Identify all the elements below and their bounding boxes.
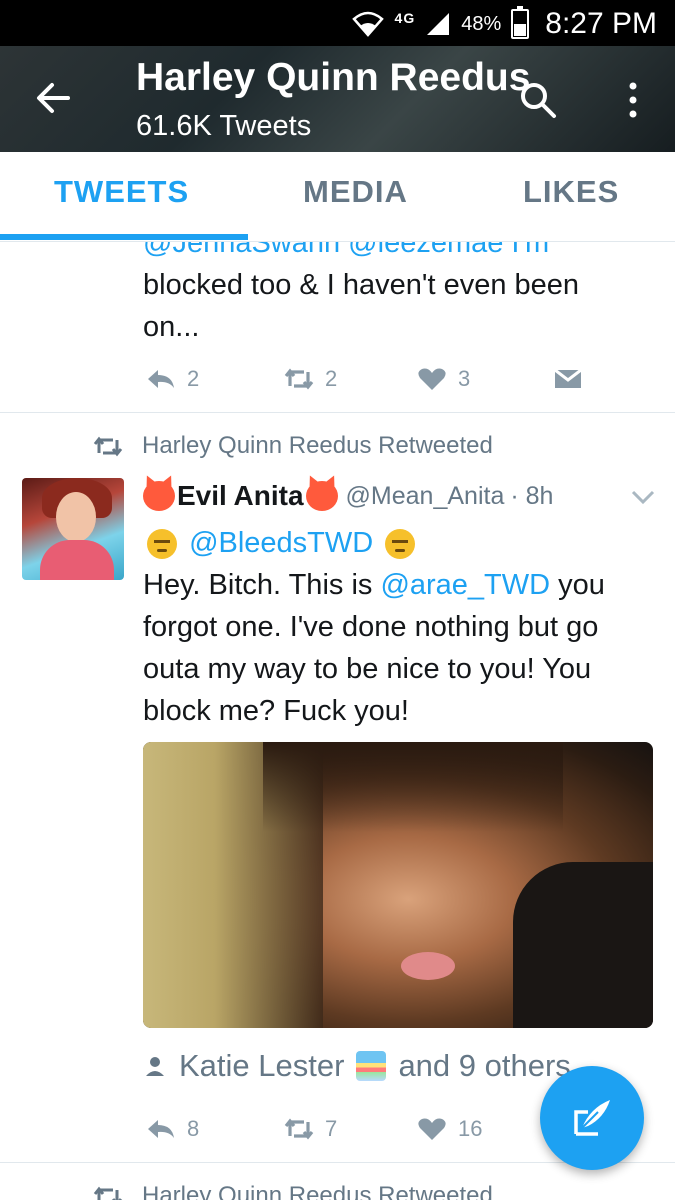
clock: 8:27 PM [545,7,657,40]
tab-tweets[interactable]: TWEETS [54,174,189,210]
heart-icon [418,1118,446,1140]
retweeted-by-text: Harley Quinn Reedus Retweeted [142,1182,493,1200]
rainbow-emoji-icon [356,1051,387,1081]
tweet-author-line: Evil Anita @Mean_Anita · 8h [143,480,633,512]
devil-emoji-icon [305,481,338,511]
retweet-button[interactable]: 7 [283,1116,337,1142]
retweet-button[interactable]: 2 [283,366,337,392]
active-tab-indicator [0,234,248,240]
person-icon [146,1057,164,1076]
tweet-body-mention[interactable]: @arae_TWD [380,569,550,601]
tweet-text: @JennaSwann @leezemae I'm blocked too & … [143,242,643,348]
angry-emoji-icon [385,529,416,560]
retweet-count: 7 [325,1116,338,1141]
like-button[interactable]: 3 [416,366,470,392]
author-handle[interactable]: @Mean_Anita [346,482,505,511]
retweeted-by-label: Harley Quinn Reedus Retweeted [92,432,493,460]
tab-media[interactable]: MEDIA [303,174,408,210]
reply-button[interactable]: 8 [145,1116,199,1142]
compose-tweet-button[interactable] [540,1066,644,1170]
signal-icon [427,13,450,35]
reply-button[interactable]: 2 [145,366,199,392]
wifi-icon [351,11,384,37]
tweet-feed[interactable]: @JennaSwann @leezemae I'm blocked too & … [0,242,675,1200]
overflow-menu-icon[interactable] [618,80,648,120]
retweet-icon [284,368,314,390]
tweet-mentions[interactable]: @JennaSwann @leezemae I'm [143,242,549,259]
tweet-text: @BleedsTWD Hey. Bitch. This is @arae_TWD… [143,522,643,732]
tweet-time: · 8h [510,481,554,510]
retweet-icon [284,1118,314,1140]
tweet-media-image[interactable] [143,742,653,1028]
reply-count: 2 [187,366,200,391]
retweet-count: 2 [325,366,338,391]
reply-icon [148,1120,174,1138]
like-button[interactable]: 16 [416,1116,482,1142]
back-arrow-icon[interactable] [30,76,74,120]
tweet-body: blocked too & I haven't even been on... [143,269,580,343]
tab-likes[interactable]: LIKES [523,174,619,210]
divider [0,412,675,413]
profile-name-title: Harley Quinn Reedus [136,56,531,99]
compose-feather-icon [574,1100,610,1136]
envelope-icon [554,368,582,388]
liked-by-line[interactable]: Katie Lester and 9 others [143,1048,571,1084]
retweet-icon [93,436,123,457]
like-count: 3 [458,366,471,391]
reply-count: 8 [187,1116,200,1141]
avatar[interactable] [22,478,124,580]
tweet-mention[interactable]: @BleedsTWD [189,527,373,559]
retweet-icon [93,1186,123,1200]
direct-message-button[interactable] [552,366,584,392]
search-icon[interactable] [518,80,558,120]
author-name[interactable]: Evil Anita [177,480,304,512]
chevron-down-icon[interactable] [630,488,656,506]
liked-by-others: and 9 others [398,1048,571,1083]
retweeted-by-label: Harley Quinn Reedus Retweeted [92,1182,493,1200]
profile-header: Harley Quinn Reedus 61.6K Tweets [0,46,675,152]
like-count: 16 [458,1116,483,1141]
retweeted-by-text: Harley Quinn Reedus Retweeted [142,432,493,459]
angry-emoji-icon [147,529,177,560]
battery-percent: 48% [461,12,502,35]
heart-icon [418,368,446,390]
tweet-body-part1: Hey. Bitch. This is [143,569,381,601]
tweet-count: 61.6K Tweets [136,110,312,142]
reply-icon [148,370,174,388]
status-bar: 4G 48% 8:27 PM [0,0,675,46]
devil-emoji-icon [143,481,175,511]
status-icons: 4G 48% 8:27 PM [351,4,657,44]
battery-icon [511,6,530,39]
profile-tabs: TWEETS MEDIA LIKES [0,152,675,242]
network-type: 4G [394,10,416,26]
liked-by-name: Katie Lester [179,1048,345,1083]
